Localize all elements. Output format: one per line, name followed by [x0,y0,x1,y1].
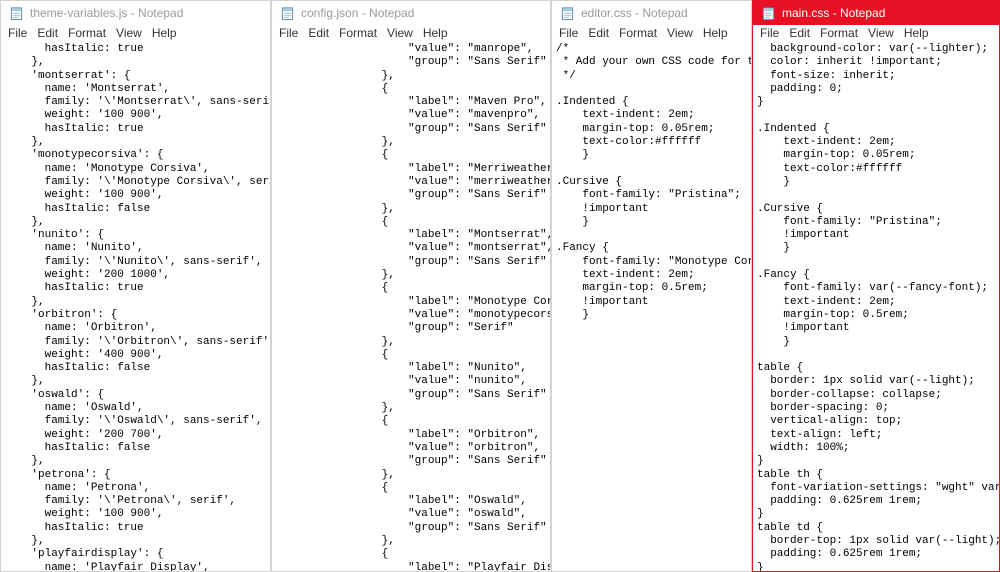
window-title: editor.css - Notepad [581,6,688,20]
editor-content[interactable]: /* * Add your own CSS code for the */ .I… [552,41,751,572]
editor-content[interactable]: hasItalic: true }, 'montserrat': { name:… [1,41,270,572]
menu-bar: FileEditFormatViewHelp [552,25,751,41]
menu-edit[interactable]: Edit [784,25,815,41]
menu-format[interactable]: Format [614,25,662,41]
notepad-window-main-css: main.css - Notepad FileEditFormatViewHel… [752,0,1000,572]
menu-file[interactable]: File [755,25,784,41]
window-title: config.json - Notepad [301,6,414,20]
editor-content[interactable]: background-color: var(--lighter); color:… [753,41,999,572]
menu-file[interactable]: File [274,25,303,41]
title-bar[interactable]: config.json - Notepad [272,1,550,25]
menu-edit[interactable]: Edit [32,25,63,41]
notepad-window-editor-css: editor.css - Notepad FileEditFormatViewH… [551,0,752,572]
title-bar[interactable]: main.css - Notepad [753,1,999,25]
window-title: main.css - Notepad [782,6,885,20]
title-bar[interactable]: theme-variables.js - Notepad [1,1,270,25]
menu-edit[interactable]: Edit [303,25,334,41]
menu-help[interactable]: Help [899,25,934,41]
menu-help[interactable]: Help [147,25,182,41]
menu-bar: FileEditFormatViewHelp [753,25,999,41]
notepad-icon [9,6,24,21]
menu-file[interactable]: File [3,25,32,41]
menu-view[interactable]: View [863,25,899,41]
menu-bar: FileEditFormatViewHelp [272,25,550,41]
editor-content[interactable]: "value": "manrope", "group": "Sans Serif… [272,41,550,572]
notepad-window-theme-variables: theme-variables.js - Notepad FileEditFor… [0,0,271,572]
menu-help[interactable]: Help [698,25,733,41]
menu-format[interactable]: Format [334,25,382,41]
window-title: theme-variables.js - Notepad [30,6,183,20]
menu-edit[interactable]: Edit [583,25,614,41]
menu-bar: FileEditFormatViewHelp [1,25,270,41]
menu-view[interactable]: View [662,25,698,41]
menu-view[interactable]: View [111,25,147,41]
notepad-icon [560,6,575,21]
menu-format[interactable]: Format [63,25,111,41]
notepad-icon [280,6,295,21]
notepad-window-config-json: config.json - Notepad FileEditFormatView… [271,0,551,572]
menu-view[interactable]: View [382,25,418,41]
menu-file[interactable]: File [554,25,583,41]
menu-help[interactable]: Help [418,25,453,41]
title-bar[interactable]: editor.css - Notepad [552,1,751,25]
menu-format[interactable]: Format [815,25,863,41]
notepad-icon [761,6,776,21]
